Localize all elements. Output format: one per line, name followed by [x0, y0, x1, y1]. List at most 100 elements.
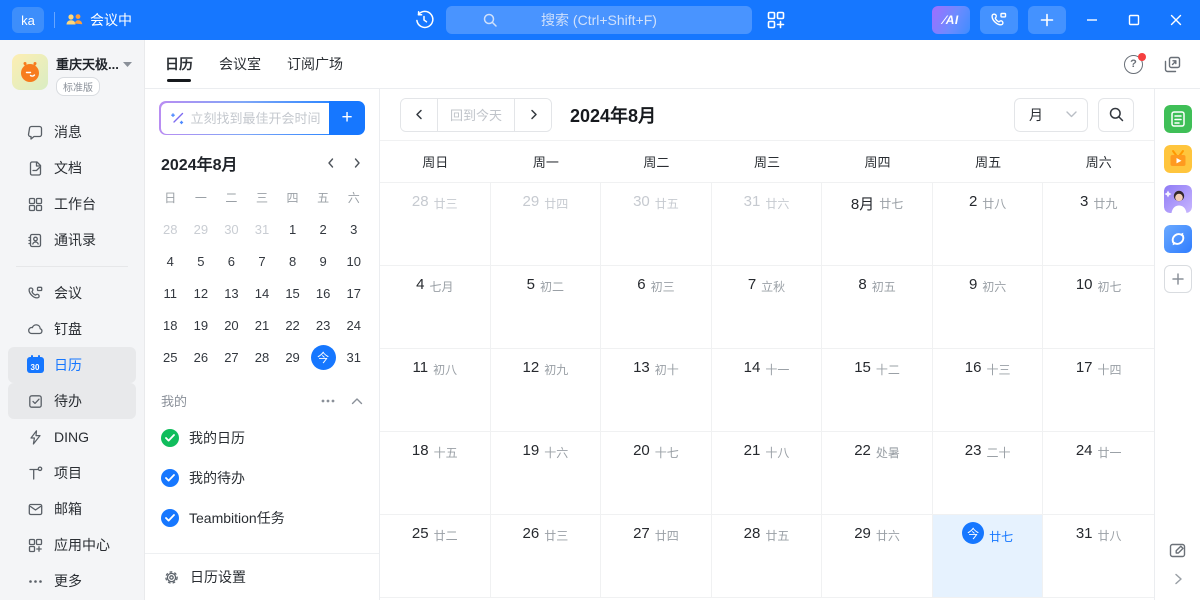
day-cell[interactable]: 20十七	[601, 432, 712, 515]
day-cell[interactable]: 29廿四	[491, 183, 602, 266]
calendar-search-button[interactable]	[1098, 98, 1134, 132]
mini-day-cell[interactable]: 27	[216, 341, 247, 373]
day-cell[interactable]: 25廿二	[380, 515, 491, 598]
mini-day-cell[interactable]: 25	[155, 341, 186, 373]
next-period-button[interactable]	[515, 99, 551, 131]
day-cell[interactable]: 28廿三	[380, 183, 491, 266]
mini-day-cell[interactable]: 11	[155, 277, 186, 309]
my-calendars-more-icon[interactable]	[321, 399, 335, 403]
mini-day-cell[interactable]: 18	[155, 309, 186, 341]
mini-day-cell[interactable]: 8	[277, 245, 308, 277]
mini-day-cell[interactable]: 17	[338, 277, 369, 309]
collapse-dock-icon[interactable]	[1172, 572, 1184, 586]
history-icon[interactable]	[414, 10, 434, 30]
mini-day-cell[interactable]: 31	[338, 341, 369, 373]
day-cell[interactable]: 16十三	[933, 349, 1044, 432]
mini-day-cell[interactable]: 23	[308, 309, 339, 341]
mini-day-cell[interactable]: 3	[338, 213, 369, 245]
day-cell[interactable]: 8初五	[822, 266, 933, 349]
today-cell[interactable]: 今廿七	[933, 515, 1044, 598]
smart-time-finder[interactable]	[159, 101, 329, 135]
global-search-input[interactable]	[446, 6, 752, 34]
mini-day-cell[interactable]: 22	[277, 309, 308, 341]
mini-day-cell[interactable]: 21	[247, 309, 278, 341]
calendar-list-item-my-todo[interactable]: 我的待办	[161, 458, 373, 498]
day-cell[interactable]: 12初九	[491, 349, 602, 432]
day-cell[interactable]: 8月廿七	[822, 183, 933, 266]
window-maximize-button[interactable]	[1118, 6, 1150, 34]
add-dock-app-button[interactable]	[1164, 265, 1192, 293]
tab-meeting-rooms[interactable]: 会议室	[219, 40, 261, 88]
video-app-icon[interactable]	[1164, 145, 1192, 173]
day-cell[interactable]: 21十八	[712, 432, 823, 515]
assistant-avatar[interactable]	[1164, 185, 1192, 213]
mini-day-cell[interactable]: 26	[186, 341, 217, 373]
sidebar-item-workbench[interactable]: 工作台	[8, 186, 136, 222]
day-cell[interactable]: 10初七	[1043, 266, 1154, 349]
day-cell[interactable]: 30廿五	[601, 183, 712, 266]
mini-day-cell[interactable]: 16	[308, 277, 339, 309]
quick-add-button[interactable]	[1028, 6, 1066, 34]
mini-day-cell[interactable]: 28	[155, 213, 186, 245]
workspace-badge[interactable]: ka	[12, 7, 44, 33]
sidebar-item-contacts[interactable]: 通讯录	[8, 222, 136, 258]
calendar-list-item-teambition[interactable]: Teambition任务	[161, 498, 373, 538]
calendar-settings-button[interactable]: 日历设置	[145, 554, 379, 600]
mini-day-cell[interactable]: 12	[186, 277, 217, 309]
sidebar-item-meeting[interactable]: 会议	[8, 275, 136, 311]
day-cell[interactable]: 27廿四	[601, 515, 712, 598]
smart-time-input[interactable]	[191, 111, 324, 126]
day-cell[interactable]: 26廿三	[491, 515, 602, 598]
sidebar-item-calendar[interactable]: 30 日历	[8, 347, 136, 383]
mini-day-cell[interactable]: 28	[247, 341, 278, 373]
compose-note-icon[interactable]	[1168, 541, 1187, 560]
mini-day-cell[interactable]: 29	[277, 341, 308, 373]
create-event-button[interactable]: +	[329, 101, 365, 135]
window-minimize-button[interactable]	[1076, 6, 1108, 34]
mini-day-cell[interactable]: 6	[216, 245, 247, 277]
day-cell[interactable]: 14十一	[712, 349, 823, 432]
mini-next-month-button[interactable]	[351, 157, 363, 169]
tab-subscription-plaza[interactable]: 订阅广场	[287, 40, 343, 88]
mini-day-cell[interactable]: 2	[308, 213, 339, 245]
call-button[interactable]	[980, 6, 1018, 34]
mini-prev-month-button[interactable]	[325, 157, 337, 169]
mini-day-cell[interactable]: 14	[247, 277, 278, 309]
sidebar-item-drive[interactable]: 钉盘	[8, 311, 136, 347]
view-mode-select[interactable]: 月	[1014, 98, 1088, 132]
mini-day-cell[interactable]: 13	[216, 277, 247, 309]
sidebar-item-todo[interactable]: 待办	[8, 383, 136, 419]
day-cell[interactable]: 31廿八	[1043, 515, 1154, 598]
sidebar-item-projects[interactable]: 项目	[8, 455, 136, 491]
sidebar-item-ding[interactable]: DING	[8, 419, 136, 455]
mini-day-cell[interactable]: 20	[216, 309, 247, 341]
day-cell[interactable]: 28廿五	[712, 515, 823, 598]
mini-day-cell[interactable]: 24	[338, 309, 369, 341]
window-close-button[interactable]	[1160, 6, 1192, 34]
day-cell[interactable]: 2廿八	[933, 183, 1044, 266]
day-cell[interactable]: 4七月	[380, 266, 491, 349]
checked-circle-icon[interactable]	[161, 469, 179, 487]
sidebar-item-docs[interactable]: 文档	[8, 150, 136, 186]
sync-app-icon[interactable]	[1164, 225, 1192, 253]
notes-app-icon[interactable]	[1164, 105, 1192, 133]
sidebar-item-mail[interactable]: 邮箱	[8, 491, 136, 527]
mini-day-cell[interactable]: 5	[186, 245, 217, 277]
day-cell[interactable]: 9初六	[933, 266, 1044, 349]
day-cell[interactable]: 17十四	[1043, 349, 1154, 432]
meeting-status[interactable]: 会议中	[65, 10, 132, 30]
day-cell[interactable]: 29廿六	[822, 515, 933, 598]
checked-circle-icon[interactable]	[161, 429, 179, 447]
prev-period-button[interactable]	[401, 99, 437, 131]
day-cell[interactable]: 3廿九	[1043, 183, 1154, 266]
mini-day-cell[interactable]: 4	[155, 245, 186, 277]
my-calendars-collapse-icon[interactable]	[351, 397, 363, 405]
day-cell[interactable]: 18十五	[380, 432, 491, 515]
mini-day-cell[interactable]: 7	[247, 245, 278, 277]
back-to-today-button[interactable]: 回到今天	[437, 99, 515, 131]
tab-calendar[interactable]: 日历	[165, 40, 193, 88]
checked-circle-icon[interactable]	[161, 509, 179, 527]
day-cell[interactable]: 19十六	[491, 432, 602, 515]
mini-day-cell[interactable]: 10	[338, 245, 369, 277]
mini-day-cell[interactable]: 29	[186, 213, 217, 245]
